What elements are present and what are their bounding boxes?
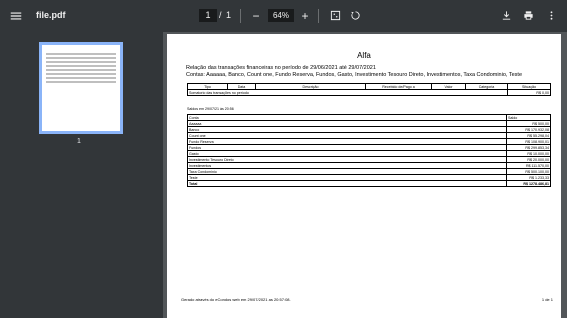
document-title: Alfa — [357, 51, 371, 60]
download-icon[interactable] — [499, 8, 513, 23]
toolbar-divider — [318, 9, 319, 23]
menu-icon[interactable] — [7, 7, 25, 25]
thumbnail-sidebar: 1 — [0, 32, 163, 318]
pdf-toolbar: file.pdf 1 / 1 − 64% + — [0, 0, 567, 32]
summary-label: Somatorio das transações no período — [187, 89, 508, 96]
file-title: file.pdf — [36, 10, 66, 20]
thumbnail-preview — [46, 53, 116, 91]
rotate-icon[interactable] — [348, 8, 362, 23]
page-footer: 1 de 1 — [541, 297, 553, 302]
thumbnail-page-number: 1 — [77, 138, 81, 145]
total-label: Total — [187, 180, 507, 187]
generated-footer: Gerado através do eCondos web em 29/07/2… — [181, 297, 291, 302]
page-number-input[interactable]: 1 — [199, 9, 217, 22]
period-line: Relação das transações financeiras no pe… — [186, 65, 376, 71]
print-icon[interactable] — [521, 8, 535, 23]
fit-page-icon[interactable] — [328, 8, 342, 23]
saldos-label: Saldos em 29/07/21 às 20:56 — [187, 107, 234, 111]
total-value: R$ 1278.486,81 — [506, 180, 551, 187]
accounts-line: Contas: Aaaaaa, Banco, Count one, Fundo … — [186, 72, 522, 78]
more-options-icon[interactable] — [544, 8, 558, 23]
zoom-out-button[interactable]: − — [250, 9, 262, 23]
page-separator: / — [219, 10, 222, 20]
zoom-in-button[interactable]: + — [299, 9, 311, 23]
summary-value: R$ 0,00 — [507, 89, 551, 96]
total-pages: 1 — [226, 10, 232, 20]
balances-table: Conta Saldo Aaaaaa R$ 500,00 Banco R$ 170.… — [187, 114, 551, 187]
pdf-page: Alfa Relação das transações financeiras … — [167, 34, 561, 318]
zoom-level-input[interactable]: 64% — [268, 9, 294, 22]
table-row: Somatorio das transações no período R$ 0… — [187, 89, 551, 96]
page-thumbnail[interactable] — [39, 42, 123, 134]
transactions-table: Tipo Data Descrição Recebido de/Pago a V… — [187, 83, 551, 96]
total-row: Total R$ 1278.486,81 — [187, 180, 551, 187]
toolbar-divider — [240, 9, 241, 23]
